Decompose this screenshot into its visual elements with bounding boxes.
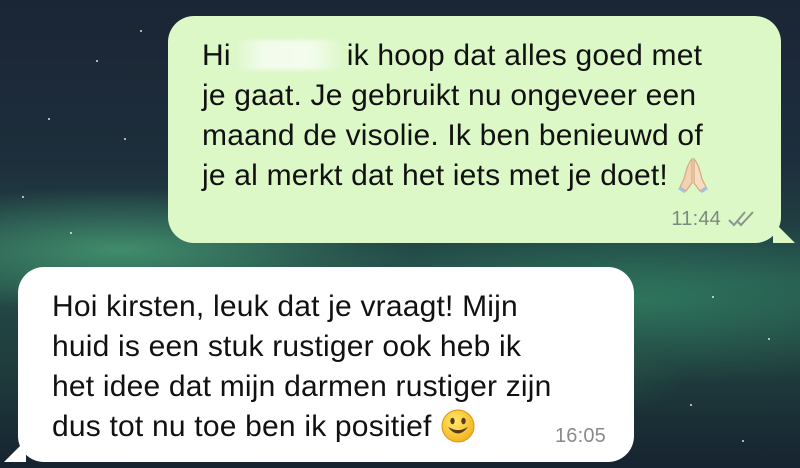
message-line: Hoi kirsten, leuk dat je vraagt! Mijn [52, 290, 518, 323]
star [140, 30, 142, 32]
message-line: het idee dat mijn darmen rustiger zijn [52, 370, 552, 403]
message-time: 16:05 [554, 425, 606, 447]
star [768, 338, 770, 340]
message-line: Hi ik hoop dat alles goed met [202, 39, 703, 72]
message-line: dus tot nu toe ben ik positief [52, 407, 600, 455]
message-time: 11:44 [671, 208, 721, 230]
message-line: je al merkt dat het iets met je doet! [202, 156, 747, 204]
message-line: je gaat. Je gebruikt nu ongeveer een [202, 79, 697, 112]
star [690, 404, 692, 406]
star [96, 60, 98, 62]
star [712, 296, 714, 298]
read-receipt-icon [727, 210, 757, 228]
message-line: maand de visolie. Ik ben benieuwd of [202, 119, 703, 152]
star [70, 232, 72, 234]
star [742, 440, 744, 442]
smiley-icon [440, 408, 476, 455]
star [22, 196, 24, 198]
star [48, 118, 50, 120]
message-incoming[interactable]: Hoi kirsten, leuk dat je vraagt! Mijn hu… [4, 267, 634, 462]
message-meta: 11:44 [671, 209, 757, 229]
star [124, 138, 126, 140]
redacted-name [236, 40, 341, 70]
folded-hands-icon [676, 157, 710, 204]
message-outgoing[interactable]: Hi ik hoop dat alles goed met je gaat. Je… [168, 16, 795, 243]
message-line: huid is een stuk rustiger ook heb ik [52, 330, 522, 363]
